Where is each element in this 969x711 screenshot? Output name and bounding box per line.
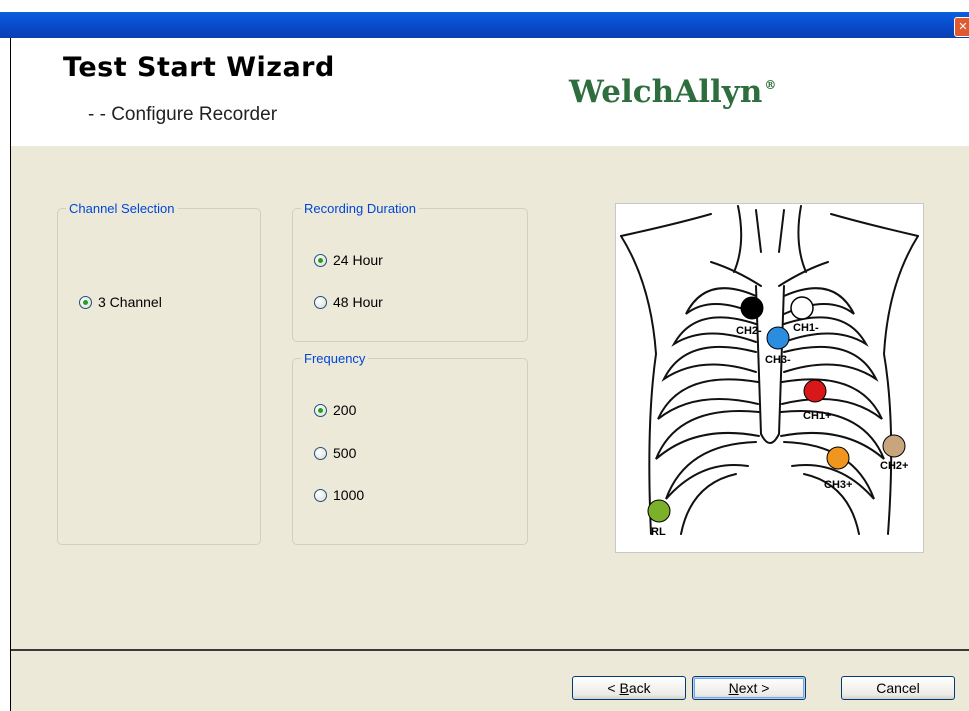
radio-button-selected[interactable] bbox=[314, 403, 327, 417]
logo-text: WelchAllyn bbox=[569, 74, 763, 110]
next-button[interactable]: Next > bbox=[692, 676, 806, 700]
wizard-footer bbox=[11, 651, 969, 711]
radio-48-hour[interactable]: 48 Hour bbox=[314, 294, 383, 310]
electrode-ch2-plus bbox=[882, 434, 906, 458]
label-ch1-plus: CH1+ bbox=[803, 410, 832, 422]
channel-selection-group: Channel Selection bbox=[57, 201, 261, 545]
electrode-ch3-plus bbox=[826, 446, 850, 470]
next-button-suffix: ext > bbox=[738, 680, 770, 696]
cancel-button[interactable]: Cancel bbox=[841, 676, 955, 700]
radio-button[interactable] bbox=[314, 488, 327, 502]
electrode-placement-diagram: CH2- CH1- CH3- CH1+ CH2+ CH3+ RL bbox=[615, 203, 924, 553]
back-button-suffix: ack bbox=[628, 680, 651, 696]
wizard-subtitle: - - Configure Recorder bbox=[88, 104, 278, 125]
wizard-header: Test Start Wizard - - Configure Recorder… bbox=[11, 38, 969, 146]
label-ch3-plus: CH3+ bbox=[824, 479, 853, 491]
welch-allyn-logo: WelchAllyn ® bbox=[569, 74, 776, 110]
recording-duration-group: Recording Duration bbox=[292, 201, 528, 342]
radio-24-hour[interactable]: 24 Hour bbox=[314, 252, 383, 268]
radio-label: 3 Channel bbox=[98, 294, 162, 310]
radio-label: 48 Hour bbox=[333, 294, 383, 310]
wizard-title: Test Start Wizard bbox=[63, 52, 335, 83]
radio-label: 200 bbox=[333, 402, 357, 418]
radio-button[interactable] bbox=[314, 295, 327, 309]
radio-label: 500 bbox=[333, 445, 357, 461]
electrode-rl bbox=[647, 499, 671, 523]
radio-500[interactable]: 500 bbox=[314, 445, 356, 461]
recording-duration-legend: Recording Duration bbox=[304, 201, 417, 216]
title-bar: ✕ bbox=[0, 12, 969, 38]
close-icon[interactable]: ✕ bbox=[954, 17, 969, 37]
radio-label: 1000 bbox=[333, 487, 365, 503]
electrode-ch1-minus bbox=[790, 296, 814, 320]
radio-button-selected[interactable] bbox=[79, 295, 92, 309]
back-button-prefix: < bbox=[607, 680, 620, 696]
electrode-ch3-minus bbox=[766, 326, 790, 350]
label-ch2-plus: CH2+ bbox=[880, 460, 909, 472]
label-ch3-minus: CH3- bbox=[765, 354, 791, 366]
radio-label: 24 Hour bbox=[333, 252, 383, 268]
next-button-accesskey: N bbox=[728, 680, 739, 696]
window-left-border bbox=[0, 38, 10, 711]
electrode-ch1-plus bbox=[803, 379, 827, 403]
frequency-legend: Frequency bbox=[304, 351, 366, 366]
radio-button[interactable] bbox=[314, 446, 327, 460]
radio-3-channel[interactable]: 3 Channel bbox=[79, 294, 162, 310]
back-button[interactable]: < Back bbox=[572, 676, 686, 700]
label-rl: RL bbox=[651, 526, 666, 538]
label-ch1-minus: CH1- bbox=[793, 322, 819, 334]
channel-selection-legend: Channel Selection bbox=[69, 201, 175, 216]
registered-mark: ® bbox=[764, 78, 777, 92]
radio-200[interactable]: 200 bbox=[314, 402, 356, 418]
radio-1000[interactable]: 1000 bbox=[314, 487, 364, 503]
radio-button-selected[interactable] bbox=[314, 253, 327, 267]
back-button-accesskey: B bbox=[619, 680, 629, 696]
electrode-ch2-minus bbox=[740, 296, 764, 320]
label-ch2-minus: CH2- bbox=[736, 325, 762, 337]
ribcage-drawing bbox=[620, 205, 919, 535]
